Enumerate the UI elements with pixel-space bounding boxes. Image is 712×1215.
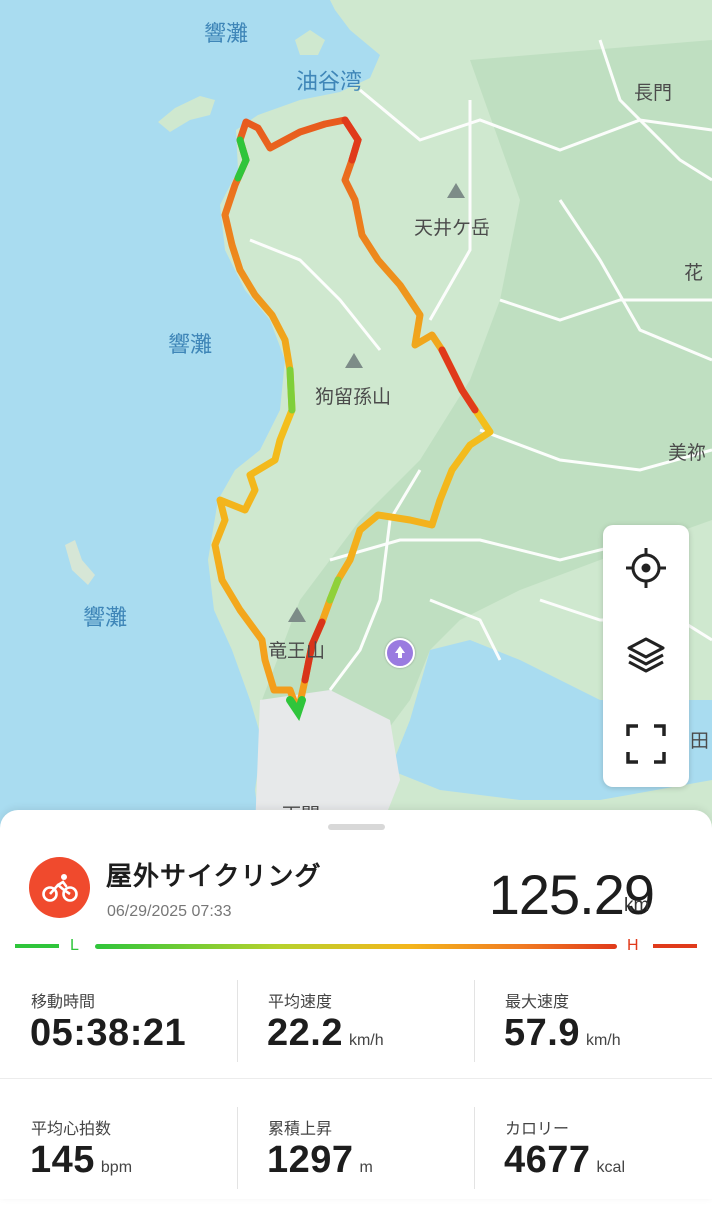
- route-map[interactable]: 響灘 油谷湾 長門 天井ケ岳 響灘 狗留孫山 響灘 竜王山 花 美祢 田 下関: [0, 0, 712, 830]
- mountain-icon: [447, 183, 465, 198]
- activity-type-badge: [29, 857, 90, 918]
- fullscreen-icon: [626, 724, 666, 764]
- bicycle-icon: [41, 873, 78, 902]
- stat-elevation-gain: 累積上昇 1297 m: [237, 1097, 474, 1215]
- divider: [237, 1107, 238, 1189]
- layers-icon: [627, 637, 665, 673]
- stat-value: 4677 kcal: [504, 1139, 625, 1181]
- activity-summary-sheet: 屋外サイクリング 06/29/2025 07:33 125.29 km L H …: [0, 810, 712, 1199]
- stat-max-speed: 最大速度 57.9 km/h: [474, 970, 711, 1088]
- stat-label: 最大速度: [505, 992, 570, 1011]
- locate-button[interactable]: [603, 525, 689, 611]
- divider: [474, 1107, 475, 1189]
- activity-title: 屋外サイクリング: [106, 862, 322, 892]
- stat-value: 145 bpm: [30, 1139, 133, 1181]
- sea-label-mid: 響灘: [168, 333, 213, 358]
- legend-low-line: [15, 944, 59, 948]
- sea-label-top: 響灘: [204, 22, 249, 47]
- sheet-grabber[interactable]: [328, 824, 385, 830]
- mountain-icon: [345, 353, 363, 368]
- stat-avg-heart-rate: 平均心拍数 145 bpm: [0, 1097, 237, 1215]
- stat-value: 05:38:21: [30, 1012, 187, 1054]
- stat-value: 22.2 km/h: [267, 1012, 384, 1054]
- legend-high-label: H: [627, 937, 639, 954]
- peak-label-ryuo: 竜王山: [268, 640, 326, 662]
- fullscreen-button[interactable]: [603, 701, 689, 787]
- stat-value: 1297 m: [267, 1139, 373, 1181]
- stat-label: 累積上昇: [268, 1119, 333, 1138]
- divider: [474, 980, 475, 1062]
- bay-label: 油谷湾: [296, 70, 363, 95]
- stat-calories: カロリー 4677 kcal: [474, 1097, 711, 1215]
- map-controls: [603, 525, 689, 787]
- mountain-icon: [288, 607, 306, 622]
- divider: [237, 980, 238, 1062]
- stat-label: 移動時間: [31, 992, 96, 1011]
- stat-avg-speed: 平均速度 22.2 km/h: [237, 970, 474, 1088]
- legend-high-line: [653, 944, 697, 948]
- legend-low-label: L: [70, 937, 79, 954]
- park-poi-icon[interactable]: [385, 638, 415, 668]
- stat-label: 平均心拍数: [31, 1119, 112, 1138]
- peak-label-amagai: 天井ケ岳: [414, 217, 491, 239]
- edge-label-hana: 花: [684, 262, 704, 284]
- total-distance-unit: km: [624, 895, 650, 916]
- sea-label-low: 響灘: [83, 606, 128, 631]
- peak-label-kuru: 狗留孫山: [315, 386, 392, 408]
- divider: [0, 1078, 712, 1079]
- edge-label-ta: 田: [690, 730, 710, 752]
- crosshair-icon: [626, 548, 666, 588]
- stat-label: カロリー: [505, 1119, 570, 1138]
- stat-label: 平均速度: [268, 992, 333, 1011]
- speed-legend-bar: [95, 944, 617, 949]
- stat-value: 57.9 km/h: [504, 1012, 621, 1054]
- activity-datetime: 06/29/2025 07:33: [107, 903, 232, 920]
- city-label-nagato: 長門: [634, 82, 673, 104]
- stat-moving-time: 移動時間 05:38:21: [0, 970, 237, 1088]
- layers-button[interactable]: [603, 613, 689, 699]
- edge-label-mine: 美祢: [668, 442, 707, 464]
